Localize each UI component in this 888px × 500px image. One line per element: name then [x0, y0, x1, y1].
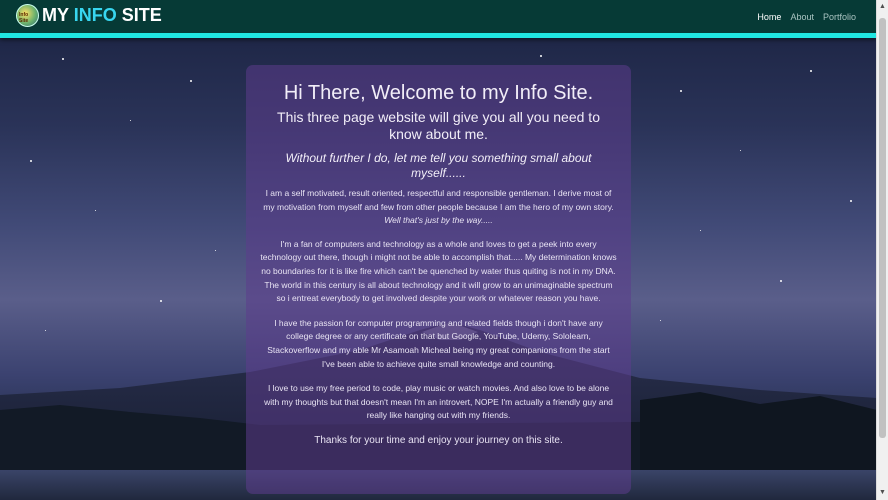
page-tagline: Without further I do, let me tell you so… [285, 151, 592, 180]
intro-paragraph-1: I am a self motivated, result oriented, … [260, 187, 617, 228]
vertical-scrollbar[interactable]: ▲ ▼ [876, 0, 888, 500]
nav-link-about[interactable]: About [790, 12, 814, 22]
brand-info: INFO [73, 5, 117, 25]
intro-paragraph-4: I love to use my free period to code, pl… [264, 383, 613, 421]
brand-my: MY [42, 5, 69, 25]
top-navbar: Info Site MY INFO SITE Home About Portfo… [0, 0, 877, 38]
page-title: Hi There, Welcome to my Info Site. [283, 82, 594, 104]
intro-paragraph-3: I have the passion for computer programm… [267, 317, 610, 369]
nav-link-home[interactable]: Home [757, 12, 781, 22]
logo-text: Info Site [19, 12, 29, 24]
nav-link-portfolio[interactable]: Portfolio [823, 12, 856, 22]
intro-paragraph-2: I'm a fan of computers and technology as… [260, 238, 617, 304]
brand-title: MY INFO SITE [42, 5, 162, 26]
nav-links: Home About Portfolio [757, 12, 856, 22]
scrollbar-thumb[interactable] [879, 18, 886, 438]
page-subtitle: This three page website will give you al… [277, 109, 600, 142]
scroll-down-arrow-icon[interactable]: ▼ [877, 486, 888, 500]
brand-link[interactable]: Info Site MY INFO SITE [16, 4, 162, 27]
scroll-up-arrow-icon[interactable]: ▲ [877, 0, 888, 14]
thanks-message: Thanks for your time and enjoy your jour… [314, 434, 563, 446]
intro-card: Hi There, Welcome to my Info Site. This … [246, 65, 631, 494]
brand-site: SITE [121, 5, 162, 25]
site-logo-icon: Info Site [16, 4, 39, 27]
intro-paragraph-1-aside: Well that's just by the way..... [384, 215, 493, 226]
intro-paragraph-1-text: I am a self motivated, result oriented, … [263, 188, 614, 212]
